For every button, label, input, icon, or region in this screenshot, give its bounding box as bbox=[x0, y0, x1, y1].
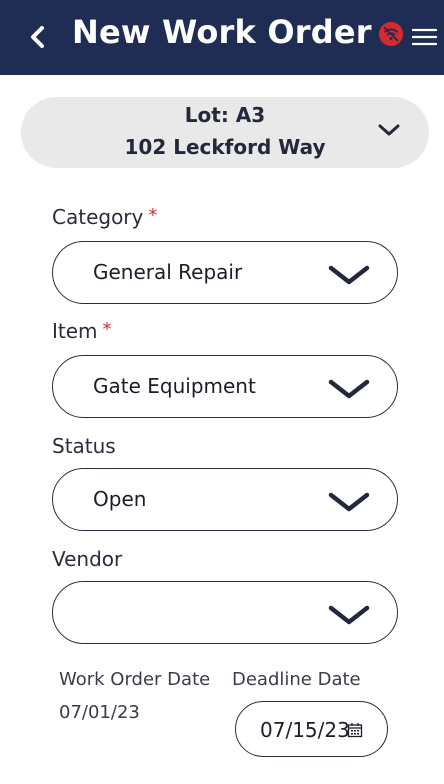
work-order-date-label: Work Order Date bbox=[59, 669, 211, 690]
required-asterisk: * bbox=[102, 319, 112, 340]
back-arrow-icon[interactable] bbox=[22, 20, 56, 54]
category-label-text: Category bbox=[52, 205, 144, 229]
chevron-down-icon bbox=[328, 492, 370, 512]
deadline-date-label: Deadline Date bbox=[232, 669, 361, 690]
chevron-down-icon bbox=[328, 265, 370, 285]
category-label: Category * bbox=[52, 205, 157, 229]
chevron-down-icon bbox=[378, 124, 400, 136]
required-asterisk: * bbox=[148, 205, 158, 226]
item-label-text: Item bbox=[52, 319, 98, 343]
chevron-down-icon bbox=[328, 379, 370, 399]
app-header: New Work Order bbox=[0, 0, 444, 75]
lot-address: 102 Leckford Way bbox=[124, 135, 326, 159]
calendar-icon[interactable] bbox=[347, 722, 363, 738]
item-select[interactable]: Gate Equipment bbox=[52, 355, 398, 418]
lot-selector[interactable]: Lot: A3 102 Leckford Way bbox=[21, 97, 429, 168]
status-value: Open bbox=[93, 487, 147, 511]
vendor-select[interactable] bbox=[52, 581, 398, 644]
hamburger-menu-icon[interactable] bbox=[412, 26, 437, 48]
status-label: Status bbox=[52, 434, 116, 458]
chevron-down-icon bbox=[328, 605, 370, 625]
item-value: Gate Equipment bbox=[93, 374, 256, 398]
status-select[interactable]: Open bbox=[52, 468, 398, 531]
item-label: Item * bbox=[52, 319, 112, 343]
lot-label: Lot: A3 bbox=[184, 103, 266, 127]
vendor-label: Vendor bbox=[52, 547, 123, 571]
category-select[interactable]: General Repair bbox=[52, 241, 398, 304]
deadline-date-input[interactable]: 07/15/23 bbox=[235, 701, 388, 757]
category-value: General Repair bbox=[93, 260, 243, 284]
page-title: New Work Order bbox=[72, 13, 372, 51]
wifi-off-icon bbox=[379, 22, 403, 46]
deadline-date-value: 07/15/23 bbox=[260, 718, 350, 742]
work-order-date-value: 07/01/23 bbox=[59, 702, 140, 723]
